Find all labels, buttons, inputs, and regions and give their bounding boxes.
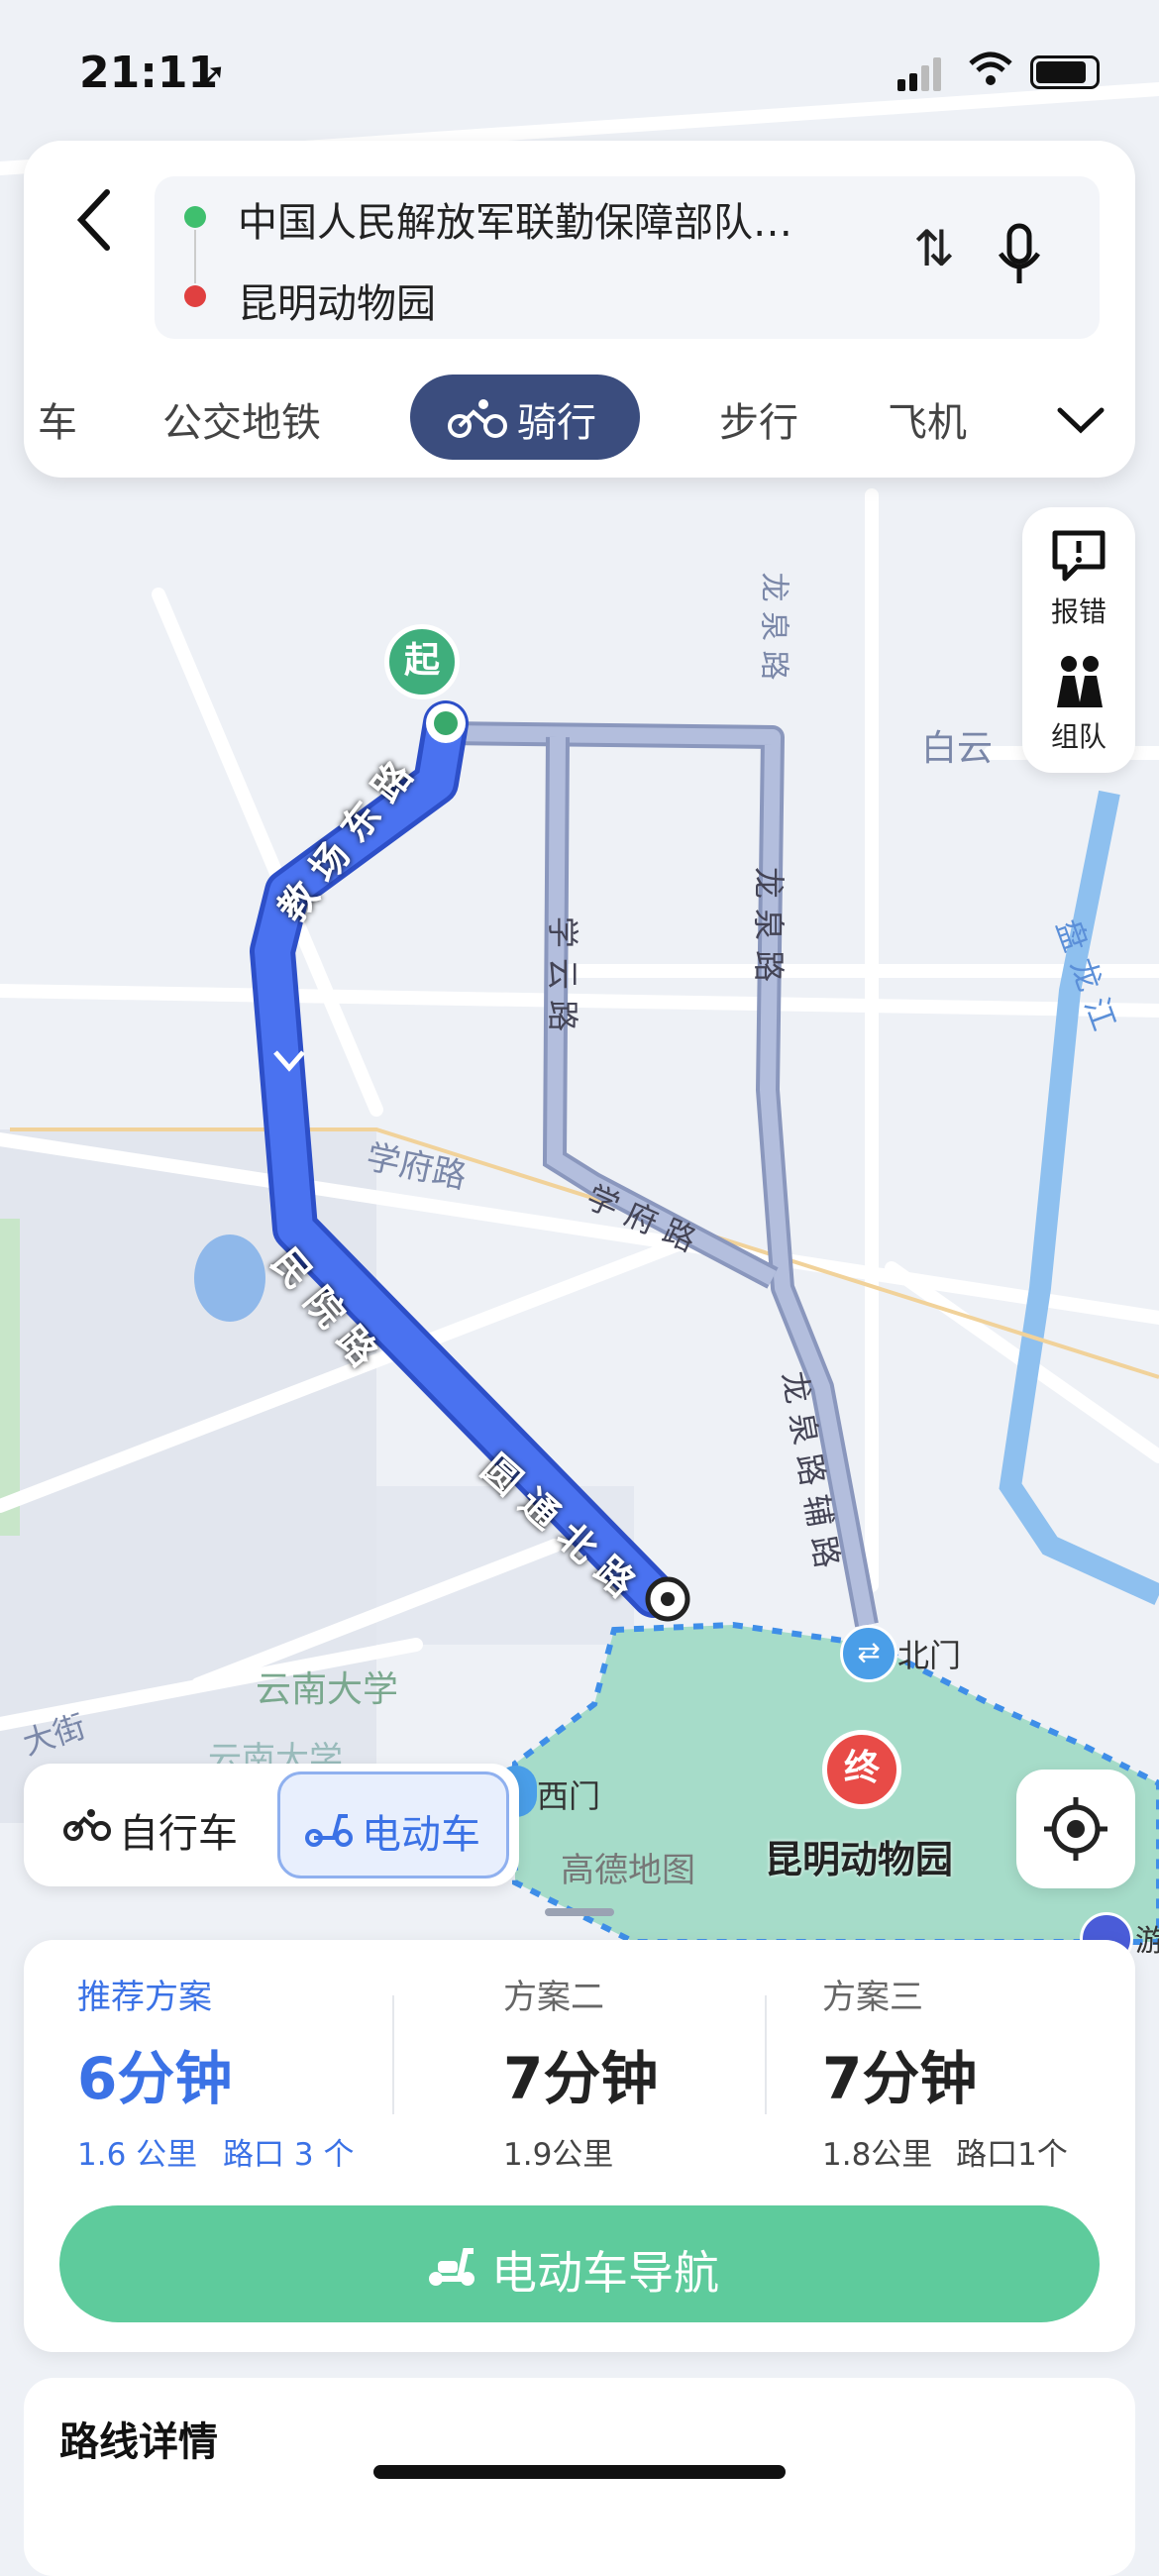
gate-icon: ⇄ bbox=[840, 1625, 897, 1682]
chevron-down-icon bbox=[1057, 407, 1105, 434]
route-option-2[interactable]: 方案二 7分钟 1.9公里 bbox=[503, 1970, 830, 2174]
origin-dot-icon bbox=[184, 206, 206, 228]
route-option-time: 6分钟 bbox=[77, 2045, 233, 2112]
route-option-distance: 1.6 公里 bbox=[77, 2137, 198, 2173]
route-inputs: 中国人民解放军联勤保障部队… 昆明动物园 ⇅ bbox=[155, 176, 1100, 339]
road-label-baiyun: 白云 bbox=[921, 728, 994, 769]
expand-tabs-button[interactable] bbox=[1054, 394, 1107, 448]
tab-plane[interactable]: 飞机 bbox=[888, 390, 967, 448]
tab-transit[interactable]: 公交地铁 bbox=[162, 390, 321, 448]
vehicle-bicycle-label: 自行车 bbox=[119, 1811, 238, 1857]
route-option-distance: 1.9公里 bbox=[503, 2137, 614, 2173]
route-option-label: 方案二 bbox=[503, 1978, 604, 2017]
swap-route-button[interactable]: ⇅ bbox=[913, 220, 955, 277]
start-navigation-label: 电动车导航 bbox=[491, 2246, 719, 2300]
microphone-icon bbox=[998, 223, 1041, 283]
transport-tabs: 车 公交地铁 骑行 步行 飞机 bbox=[24, 375, 1135, 464]
start-marker-text: 起 bbox=[403, 640, 440, 681]
start-navigation-button[interactable]: 电动车导航 bbox=[59, 2205, 1100, 2322]
tab-walking[interactable]: 步行 bbox=[719, 390, 798, 448]
tab-cycling[interactable]: 骑行 bbox=[410, 375, 640, 460]
home-indicator[interactable] bbox=[373, 2465, 786, 2479]
route-option-crossings: 路口1个 bbox=[956, 2137, 1068, 2173]
route-options-sheet: 推荐方案 6分钟 1.6 公里 路口 3 个 方案二 7分钟 1.9公里 方案三… bbox=[24, 1940, 1135, 2352]
sheet-drag-handle[interactable] bbox=[545, 1908, 614, 1916]
bicycle-icon bbox=[63, 1809, 111, 1841]
amap-watermark: 高德地图 bbox=[561, 1851, 695, 1890]
road-label-xueyun: 学 云 路 bbox=[544, 915, 582, 1032]
route-option-time: 7分钟 bbox=[503, 2045, 659, 2112]
route-search-card: 中国人民解放军联勤保障部队… 昆明动物园 ⇅ 车 公交地铁 骑行 步行 飞机 bbox=[24, 141, 1135, 478]
wifi-icon bbox=[967, 50, 1014, 93]
route-details-title: 路线详情 bbox=[59, 2419, 218, 2465]
vehicle-ebike-label: 电动车 bbox=[362, 1812, 480, 1858]
route-option-label: 推荐方案 bbox=[77, 1978, 212, 2017]
signal-icon bbox=[897, 55, 947, 91]
tab-cycling-label: 骑行 bbox=[517, 400, 596, 446]
end-marker-text: 终 bbox=[843, 1748, 880, 1788]
west-gate-label: 西门 bbox=[537, 1777, 601, 1815]
road-label-longquan: 龙 泉 路 bbox=[750, 866, 789, 983]
team-button[interactable]: 组队 bbox=[1022, 646, 1135, 765]
report-error-label: 报错 bbox=[1050, 595, 1106, 628]
destination-input[interactable]: 昆明动物园 bbox=[238, 271, 436, 329]
battery-icon bbox=[1030, 55, 1100, 89]
origin-input[interactable]: 中国人民解放军联勤保障部队… bbox=[238, 190, 792, 248]
locate-me-button[interactable] bbox=[1016, 1770, 1135, 1888]
back-button[interactable] bbox=[63, 180, 123, 260]
route-option-3[interactable]: 方案三 7分钟 1.8公里 路口1个 bbox=[822, 1970, 1149, 2174]
team-label: 组队 bbox=[1050, 720, 1106, 753]
report-error-icon bbox=[1052, 530, 1106, 582]
divider bbox=[765, 1995, 767, 2114]
vehicle-toggle: 自行车 电动车 bbox=[24, 1764, 519, 1886]
locate-icon bbox=[1044, 1797, 1107, 1861]
road-label-longquan-top: 龙 泉 路 bbox=[756, 572, 791, 681]
destination-dot-icon bbox=[184, 285, 206, 307]
divider bbox=[392, 1995, 394, 2114]
route-option-summary: 1.8公里 路口1个 bbox=[822, 2129, 1149, 2174]
swap-icon: ⇅ bbox=[913, 220, 955, 277]
route-option-summary: 1.6 公里 路口 3 个 bbox=[77, 2129, 404, 2174]
edge-poi-label: 游 bbox=[1135, 1924, 1159, 1959]
ebike-icon bbox=[305, 1814, 353, 1847]
route-option-summary: 1.9公里 bbox=[503, 2129, 830, 2174]
dot-connector bbox=[194, 230, 196, 283]
bicycle-icon bbox=[448, 399, 507, 438]
route-option-distance: 1.8公里 bbox=[822, 2137, 933, 2173]
end-marker[interactable]: 终 bbox=[822, 1730, 901, 1809]
map-side-tools: 报错 组队 bbox=[1022, 507, 1135, 773]
place-label-zoo: 昆明动物园 bbox=[765, 1838, 954, 1881]
start-marker: 起 bbox=[384, 624, 460, 699]
location-arrow-icon: ➚ bbox=[198, 55, 227, 95]
back-arrow-icon bbox=[76, 189, 110, 251]
route-option-1[interactable]: 推荐方案 6分钟 1.6 公里 路口 3 个 bbox=[77, 1970, 404, 2174]
vehicle-bicycle-option[interactable]: 自行车 bbox=[44, 1764, 291, 1886]
team-icon bbox=[1057, 656, 1103, 707]
tab-drive[interactable]: 车 bbox=[38, 390, 77, 448]
route-option-label: 方案三 bbox=[822, 1978, 923, 2017]
north-gate-label: 北门 bbox=[897, 1637, 962, 1674]
status-bar: 21:11 ➚ bbox=[0, 0, 1159, 149]
report-error-button[interactable]: 报错 bbox=[1022, 521, 1135, 640]
route-option-crossings: 路口 3 个 bbox=[223, 2137, 355, 2173]
route-option-time: 7分钟 bbox=[822, 2045, 978, 2112]
place-label-yunnan-univ: 云南大学 bbox=[256, 1669, 399, 1710]
voice-input-button[interactable] bbox=[995, 222, 1044, 291]
vehicle-ebike-option[interactable]: 电动车 bbox=[277, 1771, 509, 1878]
scooter-icon bbox=[429, 2248, 474, 2286]
